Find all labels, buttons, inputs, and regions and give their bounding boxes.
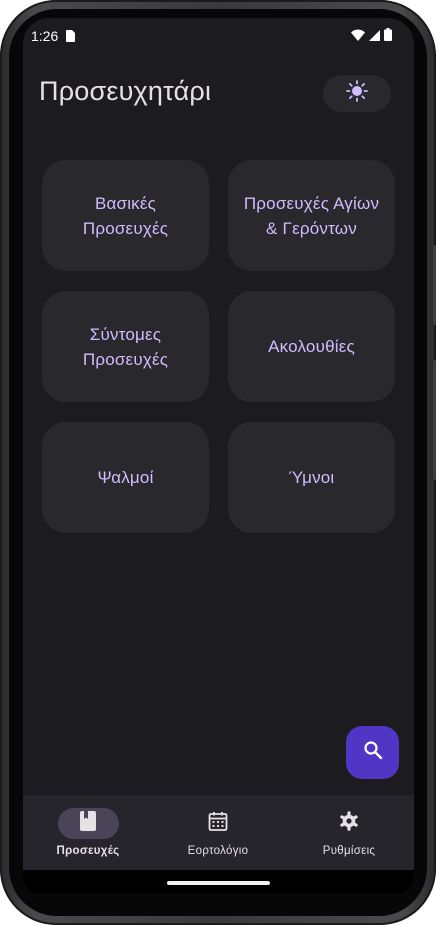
- category-label: Προσευχές Αγίων & Γερόντων: [243, 193, 380, 238]
- book-icon: [79, 811, 97, 836]
- signal-icon: [369, 28, 380, 44]
- category-card-short-prayers[interactable]: Σύντομες Προσευχές: [42, 291, 209, 402]
- bottom-navigation: Προσευχές Εορτολόγιο Ρυθμίσεις: [23, 795, 414, 870]
- nav-item-prayers[interactable]: Προσευχές: [23, 795, 153, 870]
- category-card-hymns[interactable]: Ύμνοι: [228, 422, 395, 533]
- category-label: Βασικές Προσευχές: [82, 193, 169, 238]
- category-card-services[interactable]: Ακολουθίες: [228, 291, 395, 402]
- app-screen: 1:26 Προσευχητάρι Βασικές Προσευχές Προσ…: [23, 18, 414, 894]
- search-fab[interactable]: [346, 726, 399, 779]
- nav-label-calendar: Εορτολόγιο: [187, 845, 249, 857]
- nav-icon-container: [319, 808, 380, 839]
- battery-icon: [384, 28, 392, 44]
- gear-icon: [339, 811, 359, 836]
- nav-label-prayers: Προσευχές: [56, 845, 120, 857]
- phone-frame: 1:26 Προσευχητάρι Βασικές Προσευχές Προσ…: [0, 0, 436, 925]
- nav-label-settings: Ρυθμίσεις: [322, 845, 376, 857]
- sun-icon: [346, 80, 368, 107]
- category-card-basic-prayers[interactable]: Βασικές Προσευχές: [42, 160, 209, 271]
- nav-item-settings[interactable]: Ρυθμίσεις: [284, 795, 414, 870]
- category-label: Ψαλμοί: [97, 468, 154, 487]
- sim-card-icon: [65, 29, 75, 45]
- category-card-psalms[interactable]: Ψαλμοί: [42, 422, 209, 533]
- nav-active-indicator: [57, 808, 119, 839]
- category-card-saints-prayers[interactable]: Προσευχές Αγίων & Γερόντων: [228, 160, 395, 271]
- wifi-icon: [351, 28, 365, 44]
- theme-toggle-button[interactable]: [323, 75, 391, 112]
- category-label: Ακολουθίες: [268, 337, 355, 356]
- nav-icon-container: [188, 808, 249, 839]
- status-bar: 1:26: [23, 18, 414, 52]
- search-icon: [363, 740, 383, 765]
- calendar-icon: [208, 811, 228, 836]
- status-time: 1:26: [31, 28, 59, 44]
- category-label: Σύντομες Προσευχές: [82, 324, 169, 369]
- nav-item-calendar[interactable]: Εορτολόγιο: [153, 795, 283, 870]
- home-indicator[interactable]: [167, 881, 270, 885]
- page-title: Προσευχητάρι: [39, 76, 212, 106]
- category-label: Ύμνοι: [288, 468, 335, 487]
